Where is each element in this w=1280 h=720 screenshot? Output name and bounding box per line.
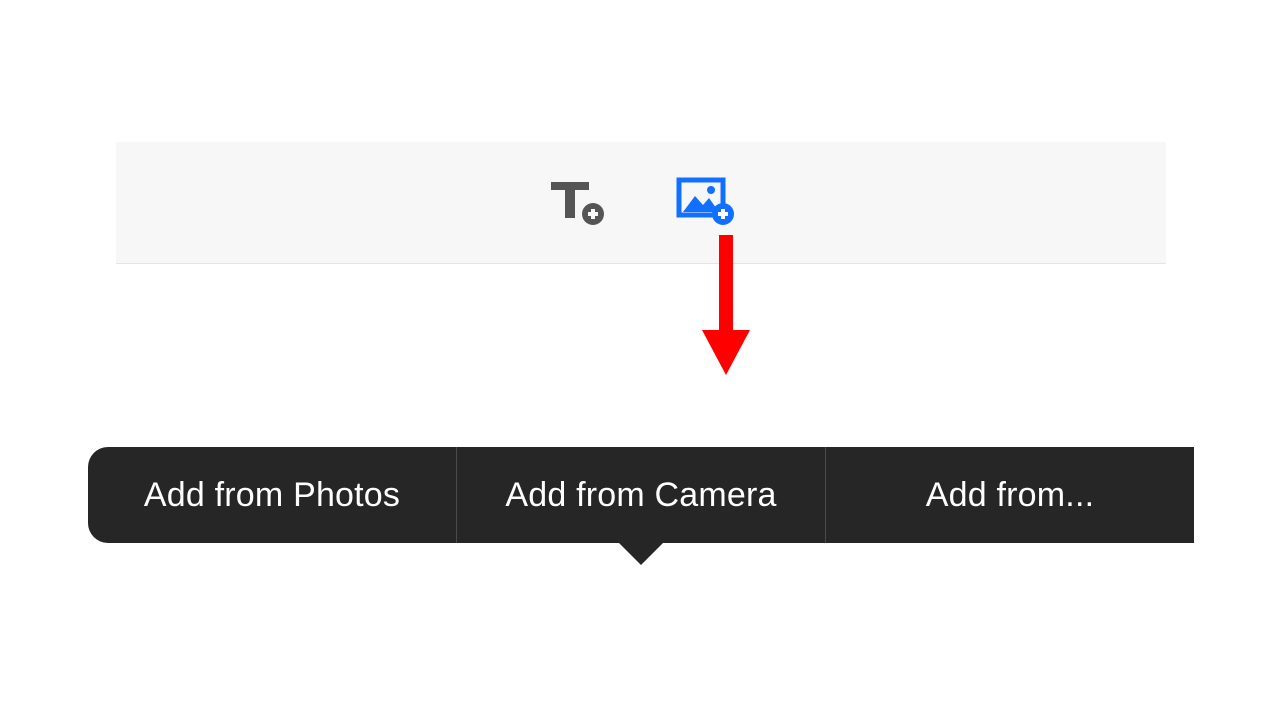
menu-item-label: Add from Photos [144, 476, 400, 515]
menu-item-label: Add from... [926, 476, 1094, 515]
add-text-button[interactable] [545, 176, 609, 230]
add-from-photos-item[interactable]: Add from Photos [88, 447, 456, 543]
add-image-button[interactable] [673, 176, 737, 230]
add-image-popover: Add from Photos Add from Camera Add from… [88, 447, 1194, 543]
add-from-camera-item[interactable]: Add from Camera [456, 447, 825, 543]
toolbar [116, 142, 1166, 264]
add-from-more-item[interactable]: Add from... [825, 447, 1194, 543]
add-text-icon [545, 174, 609, 231]
popover-tail [619, 543, 663, 565]
menu-item-label: Add from Camera [505, 476, 776, 515]
add-image-icon [673, 174, 737, 231]
